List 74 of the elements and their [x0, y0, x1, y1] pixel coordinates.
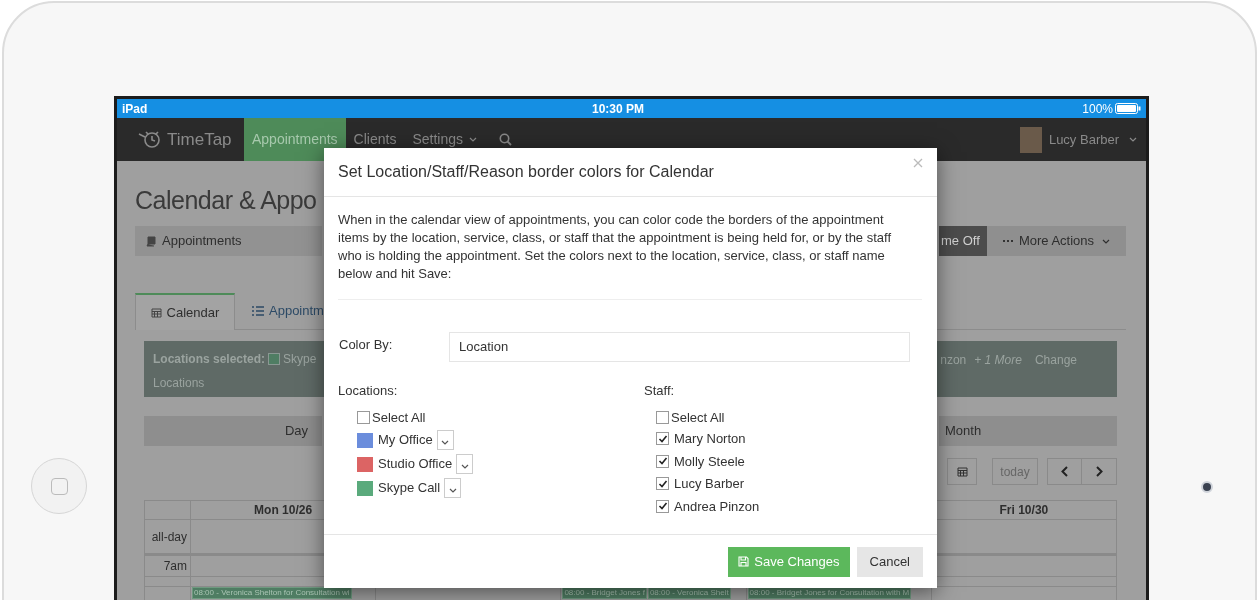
color-by-select[interactable]: Location: [449, 332, 910, 362]
list-icon: [252, 305, 264, 316]
modal-title: Set Location/Staff/Reason border colors for Calendar: [338, 162, 714, 182]
camera-icon: [1201, 481, 1213, 493]
checkbox[interactable]: [357, 411, 370, 424]
caret-icon: [460, 464, 469, 469]
view-tab[interactable]: Calendar: [135, 293, 235, 330]
square-icon: [50, 477, 68, 495]
staff-name: Molly Steele: [674, 452, 745, 471]
filter-line-text: Locations: [153, 375, 206, 392]
location-name: Studio Office: [378, 455, 453, 474]
description-text: When in the calendar view of appointments, you can color code the borders of the appointment items by the location, service, class, or staff that the appointment is being held for, or by the staff who is holding the appointment. Set the colors next to the location, service, class, or staff name below and hit Save:: [338, 211, 893, 283]
checkbox[interactable]: [656, 454, 669, 468]
color-dropdown-button[interactable]: [444, 478, 462, 498]
locations-label: Locations:: [338, 382, 399, 400]
staff-name: Andrea Pinzon: [674, 497, 760, 516]
cancel-button[interactable]: Cancel: [856, 546, 923, 577]
select-all-label: Select All: [671, 408, 725, 427]
battery-percent: 100%: [1082, 100, 1113, 118]
staff-label: Staff:: [644, 382, 676, 400]
device-name: iPad: [122, 100, 149, 118]
calendar-icon: [956, 466, 968, 477]
checkbox[interactable]: [656, 499, 669, 513]
filter-label: Locations selected:: [153, 351, 266, 368]
logo-text: TimeTap: [167, 128, 232, 151]
dots-icon: [1002, 239, 1013, 243]
location-name: Skype Call: [378, 479, 441, 498]
caret-icon: [448, 488, 457, 493]
save-changes-button[interactable]: Save Changes: [728, 546, 850, 577]
date-picker-button[interactable]: [947, 458, 977, 485]
location-swatch: [268, 353, 281, 365]
appointment-event[interactable]: 08:00 - Veronica Shelton for Consultation wi: [192, 587, 352, 599]
clock-time: 10:30 PM: [592, 100, 646, 118]
filter-staff: nzon: [940, 352, 967, 369]
change-link[interactable]: Change: [1034, 351, 1077, 369]
staff-name: Mary Norton: [674, 430, 746, 448]
nav-item[interactable]: Settings: [404, 118, 485, 161]
checkbox[interactable]: [656, 432, 669, 446]
filter-location: Skype: [283, 351, 317, 368]
day-view-button[interactable]: Day: [144, 416, 322, 446]
staff-name: Lucy Barber: [674, 475, 745, 493]
location-name: My Office: [378, 431, 433, 450]
nav-item[interactable]: Appointments: [244, 118, 346, 161]
caret-icon: [469, 137, 477, 142]
book-icon: [146, 235, 156, 247]
search-icon[interactable]: [499, 133, 512, 146]
today-button[interactable]: today: [992, 458, 1038, 485]
more-count: + 1 More: [974, 352, 1022, 369]
more-actions-button[interactable]: More Actions: [987, 226, 1126, 256]
month-view-button[interactable]: Month: [939, 416, 1117, 446]
caret-icon: [441, 440, 450, 445]
time-label: 7am: [163, 558, 187, 575]
chevron-right-icon: [1095, 466, 1103, 477]
checkbox[interactable]: [656, 411, 669, 424]
battery-icon: [1115, 103, 1141, 114]
action-button[interactable]: me Off: [939, 226, 987, 256]
user-name[interactable]: Lucy Barber: [1048, 129, 1119, 150]
appointments-bar[interactable]: Appointments: [135, 226, 322, 256]
avatar-placeholder: [1019, 126, 1042, 153]
day-header: Fri 10/30: [999, 502, 1049, 519]
caret-icon: [1102, 238, 1111, 244]
subnav-label: Appointments: [162, 232, 242, 251]
select-all-label: Select All: [372, 408, 426, 427]
checkbox[interactable]: [656, 477, 669, 491]
color-dropdown-button[interactable]: [456, 454, 474, 474]
time-label: all-day: [151, 528, 187, 546]
day-header: Mon 10/26: [254, 502, 313, 519]
caret-icon: [1129, 137, 1137, 142]
page-heading: Calendar & Appo: [135, 185, 318, 216]
view-tab[interactable]: Appointm: [235, 292, 324, 329]
calendar-icon: [150, 307, 162, 318]
color-by-label: Color By:: [339, 336, 394, 355]
chevron-left-icon: [1061, 466, 1068, 477]
color-dropdown-button[interactable]: [436, 430, 454, 450]
